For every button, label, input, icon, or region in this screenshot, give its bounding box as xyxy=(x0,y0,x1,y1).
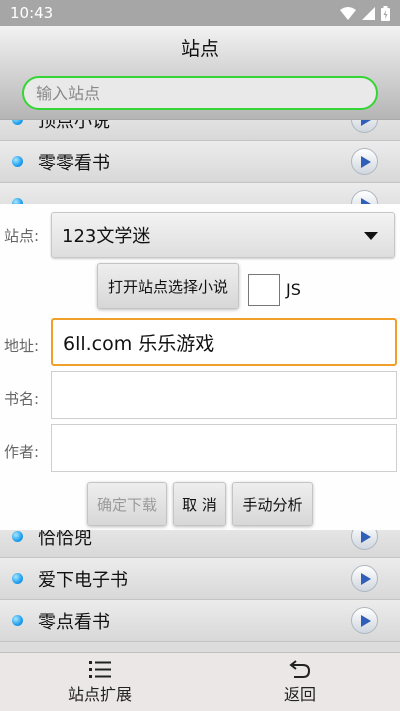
tab-site-extension-label: 站点扩展 xyxy=(67,685,132,704)
list-item[interactable]: 恰恰兜 xyxy=(0,530,400,558)
tab-site-extension[interactable]: 站点扩展 xyxy=(0,653,200,711)
cancel-button[interactable]: 取 消 xyxy=(173,482,226,526)
list-item[interactable]: 零点看书 xyxy=(0,600,400,642)
search-input[interactable] xyxy=(22,76,378,110)
play-arrow-icon[interactable] xyxy=(351,607,378,634)
header: 站点 xyxy=(0,26,400,120)
play-arrow-icon[interactable] xyxy=(351,565,378,592)
list-item[interactable]: 爱下电子书 xyxy=(0,558,400,600)
tab-back[interactable]: 返回 xyxy=(200,653,400,711)
js-checkbox[interactable] xyxy=(248,274,280,306)
list-item[interactable]: 零零看书 xyxy=(0,141,400,183)
play-arrow-icon[interactable] xyxy=(351,120,378,133)
js-checkbox-label: JS xyxy=(286,280,301,299)
bottom-nav: 站点扩展 返回 xyxy=(0,652,400,711)
signal-icon xyxy=(362,6,375,20)
book-name-field[interactable] xyxy=(51,371,397,419)
download-dialog: 站点: 123文学迷 打开站点选择小说 JS 地址: 书名: 作者: 确定下载 … xyxy=(0,204,400,530)
list-item[interactable] xyxy=(0,183,400,204)
list-item-label: 恰恰兜 xyxy=(38,530,92,549)
site-list-top: 顶点小说 零零看书 xyxy=(0,120,400,204)
site-list-bottom: 恰恰兜 爱下电子书 零点看书 xyxy=(0,530,400,652)
list-item[interactable]: 顶点小说 xyxy=(0,120,400,141)
site-label: 站点: xyxy=(4,227,40,245)
system-icons xyxy=(340,5,390,21)
list-item-label: 零零看书 xyxy=(38,152,110,174)
manual-analysis-button[interactable]: 手动分析 xyxy=(232,482,313,526)
play-arrow-icon[interactable] xyxy=(351,190,378,204)
battery-icon xyxy=(381,5,390,21)
bullet-dot-icon xyxy=(12,156,23,167)
list-item-label: 爱下电子书 xyxy=(38,569,128,591)
bullet-dot-icon xyxy=(12,573,23,584)
play-arrow-icon[interactable] xyxy=(351,530,378,550)
site-dropdown[interactable]: 123文学迷 xyxy=(51,212,395,258)
author-field[interactable] xyxy=(51,424,397,472)
back-arrow-icon xyxy=(289,660,311,678)
url-label: 地址: xyxy=(4,337,40,355)
status-time: 10:43 xyxy=(10,4,54,22)
confirm-download-button[interactable]: 确定下载 xyxy=(87,482,167,526)
site-dropdown-value: 123文学迷 xyxy=(62,226,151,247)
page-title: 站点 xyxy=(180,38,219,60)
author-label: 作者: xyxy=(4,443,40,461)
book-name-label: 书名: xyxy=(4,390,40,408)
url-field[interactable] xyxy=(51,318,397,366)
bullet-dot-icon xyxy=(12,531,23,542)
tab-back-label: 返回 xyxy=(283,685,316,704)
open-site-button[interactable]: 打开站点选择小说 xyxy=(97,263,239,309)
list-item-label: 顶点小说 xyxy=(38,120,110,132)
wifi-icon xyxy=(340,6,356,20)
list-item-label: 零点看书 xyxy=(38,611,110,633)
bullet-dot-icon xyxy=(12,615,23,626)
status-bar: 10:43 xyxy=(0,0,400,26)
play-arrow-icon[interactable] xyxy=(351,148,378,175)
dropdown-caret-icon xyxy=(364,232,378,240)
list-icon xyxy=(89,661,111,678)
bullet-dot-icon xyxy=(12,120,23,125)
